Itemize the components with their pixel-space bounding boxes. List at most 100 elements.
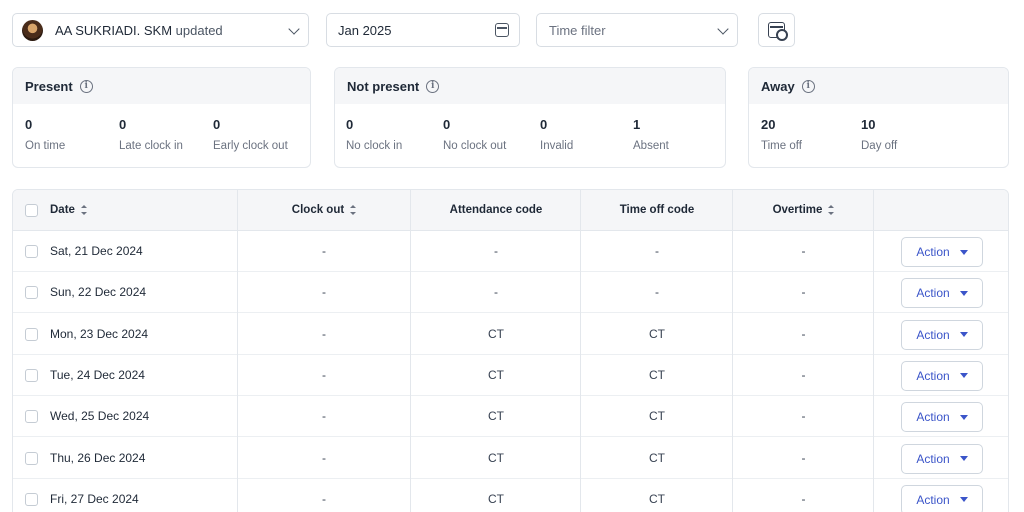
row-checkbox[interactable]: [25, 245, 38, 258]
stat-time-off: 20 Time off: [761, 117, 802, 152]
time-off-code-cell: CT: [649, 409, 665, 424]
month-picker[interactable]: Jan 2025: [326, 13, 520, 47]
time-off-code-cell: CT: [649, 450, 665, 465]
caret-down-icon: [959, 373, 968, 379]
sort-icon: [828, 205, 835, 215]
overtime-cell: -: [801, 409, 806, 424]
time-off-code-cell: CT: [649, 491, 665, 506]
overtime-cell: -: [801, 244, 806, 258]
attendance-code-cell: CT: [488, 367, 504, 382]
column-divider: [873, 190, 874, 512]
caret-down-icon: [959, 249, 968, 255]
caret-down-icon: [959, 414, 968, 420]
time-filter-select[interactable]: Time filter: [536, 13, 738, 47]
away-card: Away i 20 Time off 10 Day off: [748, 67, 1009, 168]
table-row: Mon, 23 Dec 2024 - CT CT - Action: [13, 314, 1008, 355]
date-cell: Sat, 21 Dec 2024: [50, 244, 143, 258]
row-checkbox[interactable]: [25, 410, 38, 424]
employee-status: updated: [175, 22, 223, 38]
row-checkbox[interactable]: [25, 286, 38, 300]
attendance-code-cell: CT: [488, 491, 504, 506]
action-button[interactable]: Action: [901, 443, 983, 474]
row-checkbox[interactable]: [25, 327, 38, 341]
action-button[interactable]: Action: [901, 402, 983, 433]
action-label: Action: [916, 451, 950, 466]
stat-no-clock-in: 0 No clock in: [346, 117, 403, 152]
overtime-cell: -: [801, 367, 806, 382]
stat-early-clock-out: 0 Early clock out: [213, 117, 288, 152]
date-cell: Mon, 23 Dec 2024: [50, 326, 149, 341]
caret-down-icon: [959, 290, 968, 296]
row-checkbox[interactable]: [25, 368, 38, 382]
caret-down-icon: [959, 456, 968, 461]
info-icon[interactable]: i: [801, 79, 815, 93]
action-label: Action: [916, 286, 950, 301]
table-row: Thu, 26 Dec 2024 - CT CT - Action: [13, 438, 1008, 479]
time-off-code-cell: -: [655, 285, 659, 300]
action-button[interactable]: Action: [901, 319, 983, 350]
filter-bar: AA SUKRIADI. SKM updated Jan 2025 Time f…: [12, 13, 1012, 47]
action-label: Action: [916, 245, 950, 259]
calendar-icon: [495, 23, 509, 37]
action-button[interactable]: Action: [901, 278, 983, 309]
date-cell: Wed, 25 Dec 2024: [50, 409, 150, 424]
table-row: Fri, 27 Dec 2024 - CT CT - Action: [13, 479, 1008, 512]
date-cell: Tue, 24 Dec 2024: [50, 367, 145, 382]
row-checkbox[interactable]: [25, 492, 38, 506]
table-row: Sat, 21 Dec 2024 - - - - Action: [13, 231, 1008, 272]
month-value: Jan 2025: [338, 22, 392, 38]
caret-down-icon: [959, 332, 968, 338]
column-header-attendance-code: Attendance code: [449, 204, 543, 216]
action-label: Action: [916, 492, 950, 507]
overtime-cell: -: [801, 450, 806, 465]
info-icon[interactable]: i: [426, 79, 440, 93]
caret-down-icon: [959, 497, 968, 503]
column-header-date[interactable]: Date: [50, 190, 87, 230]
attendance-code-cell: -: [494, 285, 498, 300]
overtime-cell: -: [801, 491, 806, 506]
away-title: Away: [761, 78, 795, 94]
calendar-settings-icon: [768, 22, 788, 41]
action-button[interactable]: Action: [901, 237, 983, 267]
clock-out-cell: -: [322, 409, 326, 424]
column-header-overtime[interactable]: Overtime: [733, 190, 874, 230]
action-button[interactable]: Action: [901, 484, 983, 512]
action-button[interactable]: Action: [901, 360, 983, 391]
clock-out-cell: -: [322, 285, 326, 300]
calendar-settings-button[interactable]: [758, 13, 795, 47]
not-present-title: Not present: [347, 78, 420, 94]
overtime-cell: -: [801, 285, 806, 300]
stat-late-clock-in: 0 Late clock in: [119, 117, 183, 152]
column-divider: [732, 190, 733, 512]
table-header: Date Clock out Attendance code Time off …: [13, 190, 1008, 231]
employee-select[interactable]: AA SUKRIADI. SKM updated: [12, 13, 309, 47]
present-card: Present i 0 On time 0 Late clock in 0 Ea…: [12, 67, 311, 168]
row-checkbox[interactable]: [25, 451, 38, 465]
present-title: Present: [25, 78, 73, 94]
table-row: Sun, 22 Dec 2024 - - - - Action: [13, 272, 1008, 314]
column-divider: [580, 190, 581, 512]
action-label: Action: [916, 327, 950, 342]
date-cell: Fri, 27 Dec 2024: [50, 491, 139, 506]
employee-name: AA SUKRIADI. SKM: [55, 22, 173, 38]
column-divider: [410, 190, 411, 512]
attendance-code-cell: CT: [488, 409, 504, 424]
stat-absent: 1 Absent: [633, 117, 669, 152]
time-off-code-cell: -: [655, 244, 659, 258]
stat-on-time: 0 On time: [25, 117, 66, 152]
date-cell: Thu, 26 Dec 2024: [50, 450, 146, 465]
attendance-code-cell: CT: [488, 450, 504, 465]
clock-out-cell: -: [322, 450, 326, 465]
overtime-cell: -: [801, 326, 806, 341]
time-off-code-cell: CT: [649, 367, 665, 382]
column-divider: [237, 190, 238, 512]
table-row: Tue, 24 Dec 2024 - CT CT - Action: [13, 355, 1008, 396]
time-filter-placeholder: Time filter: [549, 22, 606, 38]
attendance-table: Date Clock out Attendance code Time off …: [12, 189, 1009, 512]
clock-out-cell: -: [322, 244, 326, 258]
action-label: Action: [916, 410, 950, 425]
select-all-checkbox[interactable]: [25, 204, 38, 217]
info-icon[interactable]: i: [79, 79, 93, 93]
not-present-card: Not present i 0 No clock in 0 No clock o…: [334, 67, 726, 168]
column-header-clock-out[interactable]: Clock out: [237, 190, 411, 230]
